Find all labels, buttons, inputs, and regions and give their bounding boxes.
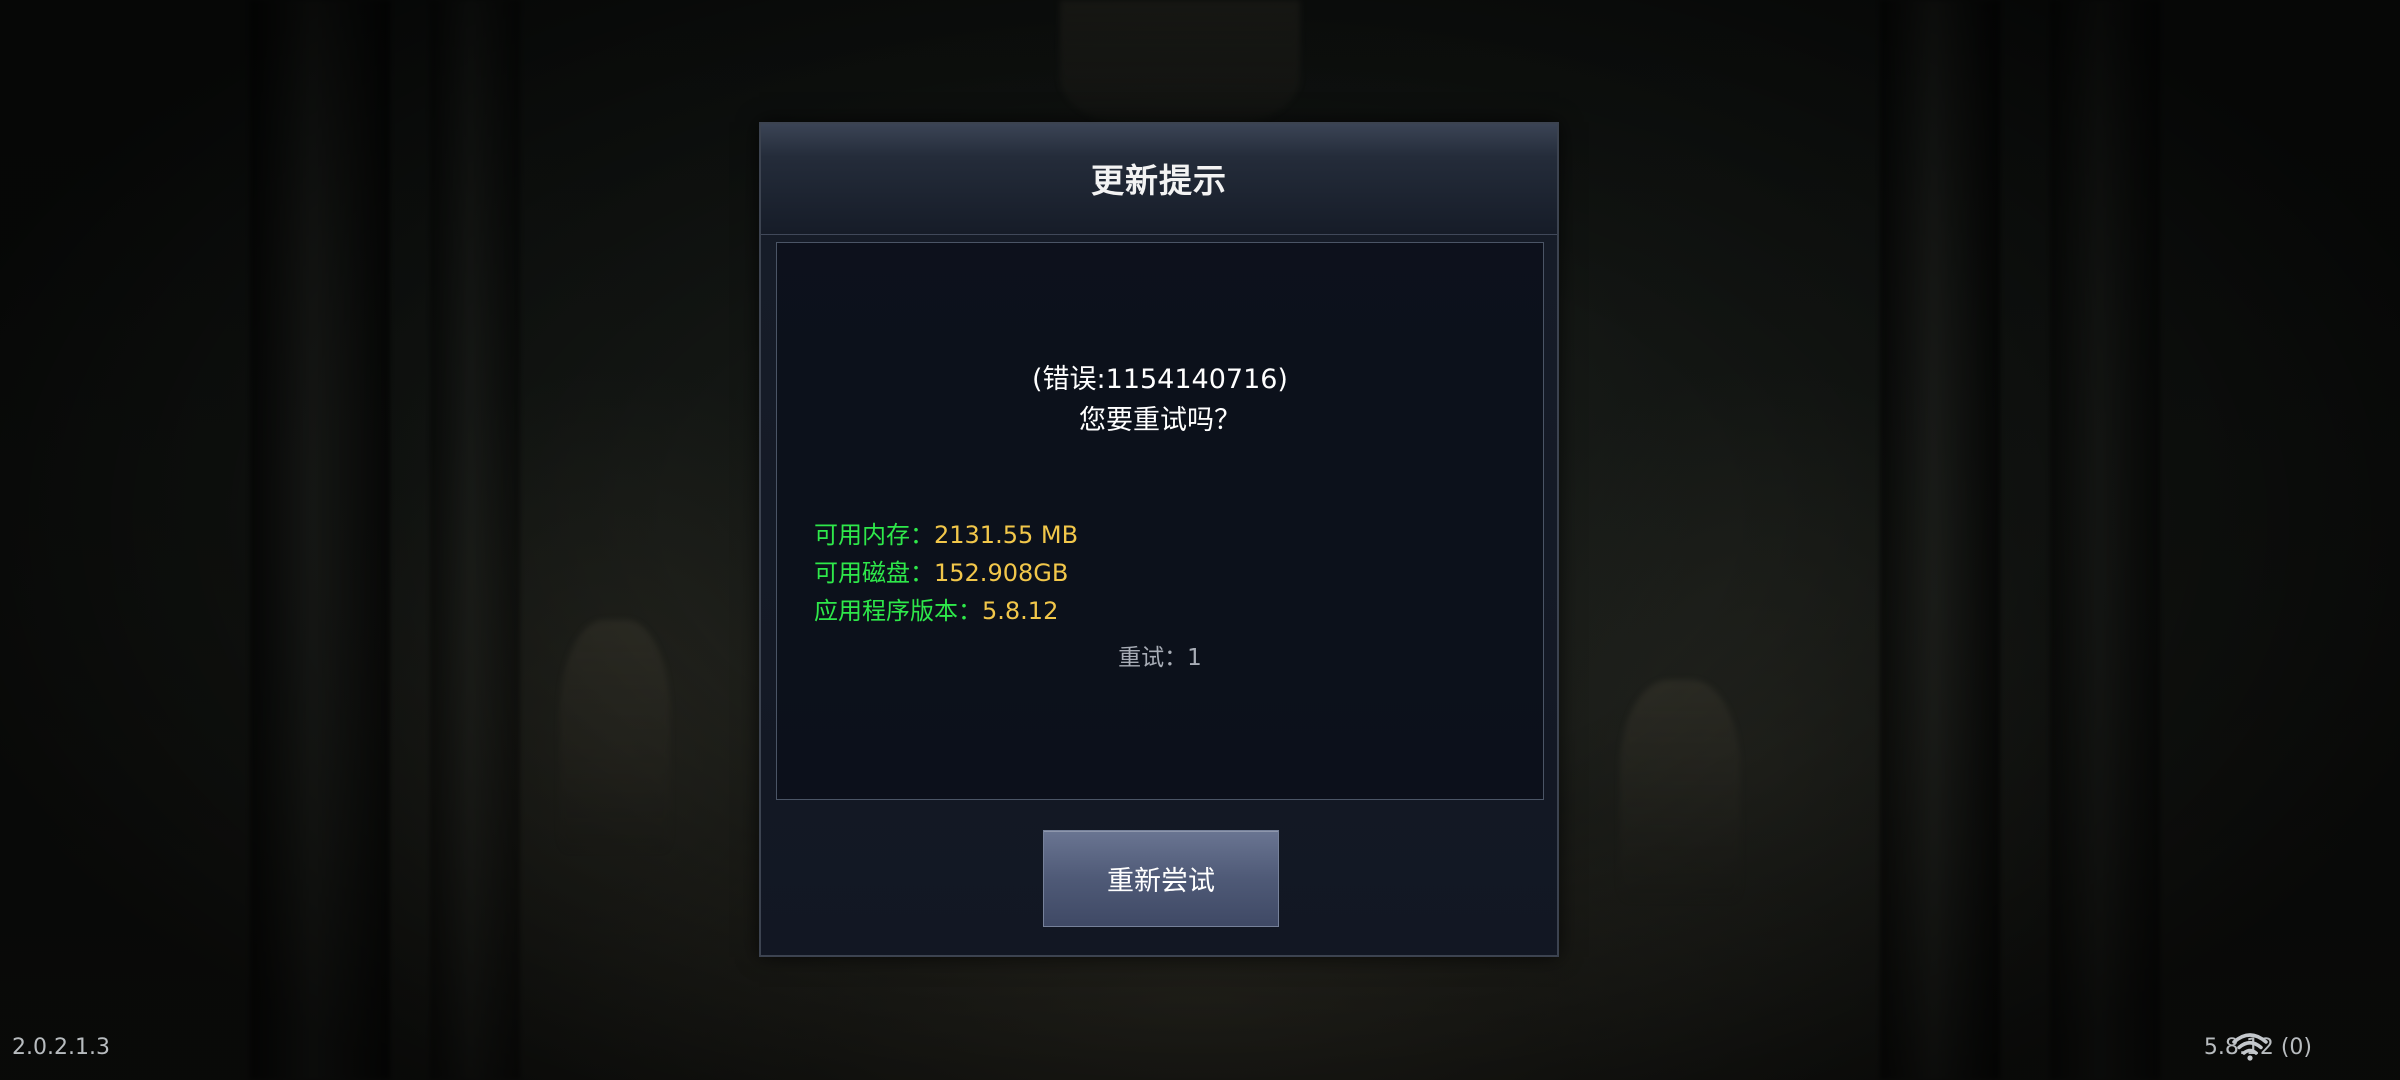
- update-dialog: 更新提示 (错误:1154140716) 您要重试吗？ 可用内存：2131.55…: [759, 122, 1559, 957]
- info-value-disk: 152.908GB: [934, 559, 1069, 587]
- message-panel: (错误:1154140716) 您要重试吗？ 可用内存：2131.55 MB 可…: [776, 242, 1544, 800]
- dialog-title: 更新提示: [1091, 161, 1227, 200]
- info-row-disk: 可用磁盘：152.908GB: [814, 553, 1068, 588]
- error-code-text: (错误:1154140716): [1032, 364, 1288, 395]
- client-version-label: 2.0.2.1.3: [12, 1035, 110, 1060]
- info-value-version: 5.8.12: [982, 597, 1059, 625]
- retry-button-label: 重新尝试: [1107, 866, 1215, 897]
- info-label-disk: 可用磁盘：: [814, 559, 934, 587]
- info-value-memory: 2131.55 MB: [934, 521, 1079, 549]
- info-label-memory: 可用内存：: [814, 521, 934, 549]
- info-row-memory: 可用内存：2131.55 MB: [814, 515, 1078, 550]
- retry-question-text: 您要重试吗？: [1079, 405, 1241, 436]
- info-label-version: 应用程序版本：: [814, 597, 982, 625]
- retry-count-text: 重试：1: [1118, 645, 1202, 671]
- retry-button[interactable]: 重新尝试: [1043, 830, 1279, 927]
- info-row-version: 应用程序版本：5.8.12: [814, 591, 1058, 626]
- wifi-icon: [2232, 1033, 2268, 1061]
